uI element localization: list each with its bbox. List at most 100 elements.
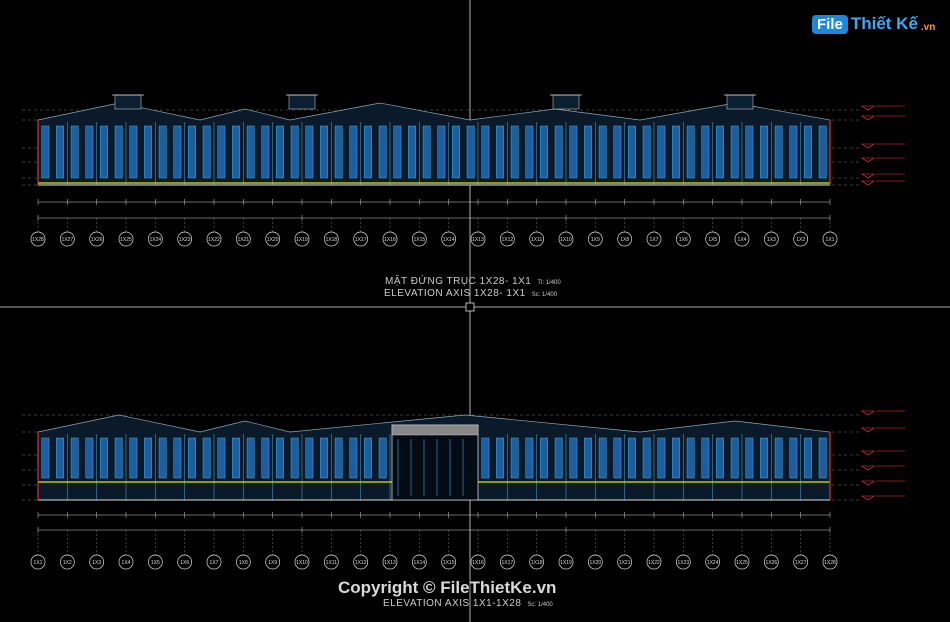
glazing-panel [584,437,592,479]
glazing-panel [232,125,240,179]
elevation-top-scale-vi: Tl: 1/400 [537,280,561,286]
elevation-top-title-vi-text: MẶT ĐỨNG TRỤC 1X28- 1X1 [385,276,532,287]
axis-bubble-label: 1X27 [61,237,73,243]
glazing-panel [188,125,196,179]
glazing-panel [584,125,592,179]
axis-bubble-label: 1X11 [531,237,543,243]
glazing-panel [481,125,490,179]
axis-bubble-label: 1X8 [620,237,629,243]
glazing-panel [320,125,328,179]
glazing-panel [701,125,710,179]
axis-bubble-label: 1X9 [591,237,600,243]
level-marker [861,180,875,186]
filethietke-logo: File Thiết Kế .vn [812,14,935,34]
glazing-panel [760,437,768,479]
glazing-panel [525,125,534,179]
roof-monitor [726,94,754,110]
glazing-panel [716,125,724,179]
glazing-panel [569,437,578,479]
axis-bubble-label: 1X7 [210,560,219,566]
glazing-panel [114,125,123,179]
glazing-panel [686,125,695,179]
building-outline [37,102,831,186]
glazing-panel [422,125,431,179]
glazing-panel [598,437,607,479]
glazing-panel [760,125,768,179]
glazing-panel [217,437,226,479]
glazing-panel [70,437,79,479]
glazing-panel [70,125,79,179]
glazing-panel [818,125,827,179]
glazing-panel [408,125,416,179]
axis-bubble-label: 1X20 [267,237,279,243]
glazing-panel [730,125,739,179]
glazing-panel [56,437,64,479]
glazing-panel [378,125,387,179]
glazing-panel [378,437,387,479]
elevation-top-title-en: ELEVATION AXIS 1X28- 1X1 Sc: 1/400 [384,288,557,299]
axis-bubble-label: 1X18 [325,237,337,243]
glazing-panel [173,437,182,479]
axis-bubble-label: 1X13 [472,237,484,243]
glazing-panel [100,125,108,179]
axis-bubble-label: 1X10 [560,237,572,243]
glazing-panel [56,125,64,179]
glazing-panel [437,125,446,179]
glazing-panel [481,437,490,479]
glazing-panel [818,437,827,479]
axis-bubble-label: 1X23 [677,560,689,566]
glazing-panel [774,437,783,479]
axis-bubble-label: 1X24 [707,560,719,566]
glazing-panel [364,125,372,179]
axis-bubble-label: 1X14 [443,237,455,243]
glazing-panel [686,437,695,479]
glazing-panel [41,125,50,179]
cad-drawing-canvas[interactable]: 1X28 1X27 1X26 1X25 1X24 1X23 1X22 1X21 1X20 1X19… [0,0,950,622]
axis-bubble-label: 1X24 [149,237,161,243]
glazing-panel [613,125,622,179]
glazing-panel [642,125,651,179]
glazing-panel [100,437,108,479]
crosshair-pickbox [465,302,475,312]
elevation-top: 1X28 1X27 1X26 1X25 1X24 1X23 1X22 1X21 1X20 1X19… [22,94,905,247]
glazing-panel [246,125,255,179]
axis-bubble-label: 1X17 [355,237,367,243]
glazing-panel [657,437,666,479]
glazing-panel [554,437,563,479]
glazing-panel [202,125,211,179]
glazing-panel [129,437,138,479]
elevation-bottom-title-en: ELEVATION AXIS 1X1-1X28 Sc: 1/400 [383,598,553,609]
glazing-panel [144,437,152,479]
glazing-panel [745,125,754,179]
glazing-panel [496,125,504,179]
axis-bubble-label: 1X6 [679,237,688,243]
axis-bubble-label: 1X5 [708,237,717,243]
glazing-panel [657,125,666,179]
axis-bubble-label: 1X15 [443,560,455,566]
glazing-panel [305,125,314,179]
axis-bubble-label: 1X19 [560,560,572,566]
axis-bubble-label: 1X13 [384,560,396,566]
glazing-panel [334,437,343,479]
axis-bubble-label: 1X5 [151,560,160,566]
glazing-panel [276,437,284,479]
glazing-panel [261,437,270,479]
axis-bubble-label: 1X22 [648,560,660,566]
axis-bubble-label: 1X4 [122,560,131,566]
axis-bubble-label: 1X12 [355,560,367,566]
glazing-panel [85,437,94,479]
level-marker [861,450,875,456]
axis-bubble-label: 1X8 [239,560,248,566]
axis-bubble-label: 1X17 [501,560,513,566]
axis-bubble-label: 1X20 [589,560,601,566]
axis-bubble-label: 1X16 [472,560,484,566]
glazing-panel [290,125,299,179]
glazing-panel [202,437,211,479]
glazing-panel [613,437,622,479]
glazing-panel [554,125,563,179]
level-marker [861,427,875,433]
elevation-bottom: 1X1 1X2 1X3 1X4 1X5 1X6 1X7 1X8 1X9 1X10 1X11 1X12 1… [22,410,905,570]
axis-bubble-label: 1X4 [738,237,747,243]
glazing-panel [789,125,798,179]
axis-bubble-label: 1X28 [824,560,836,566]
